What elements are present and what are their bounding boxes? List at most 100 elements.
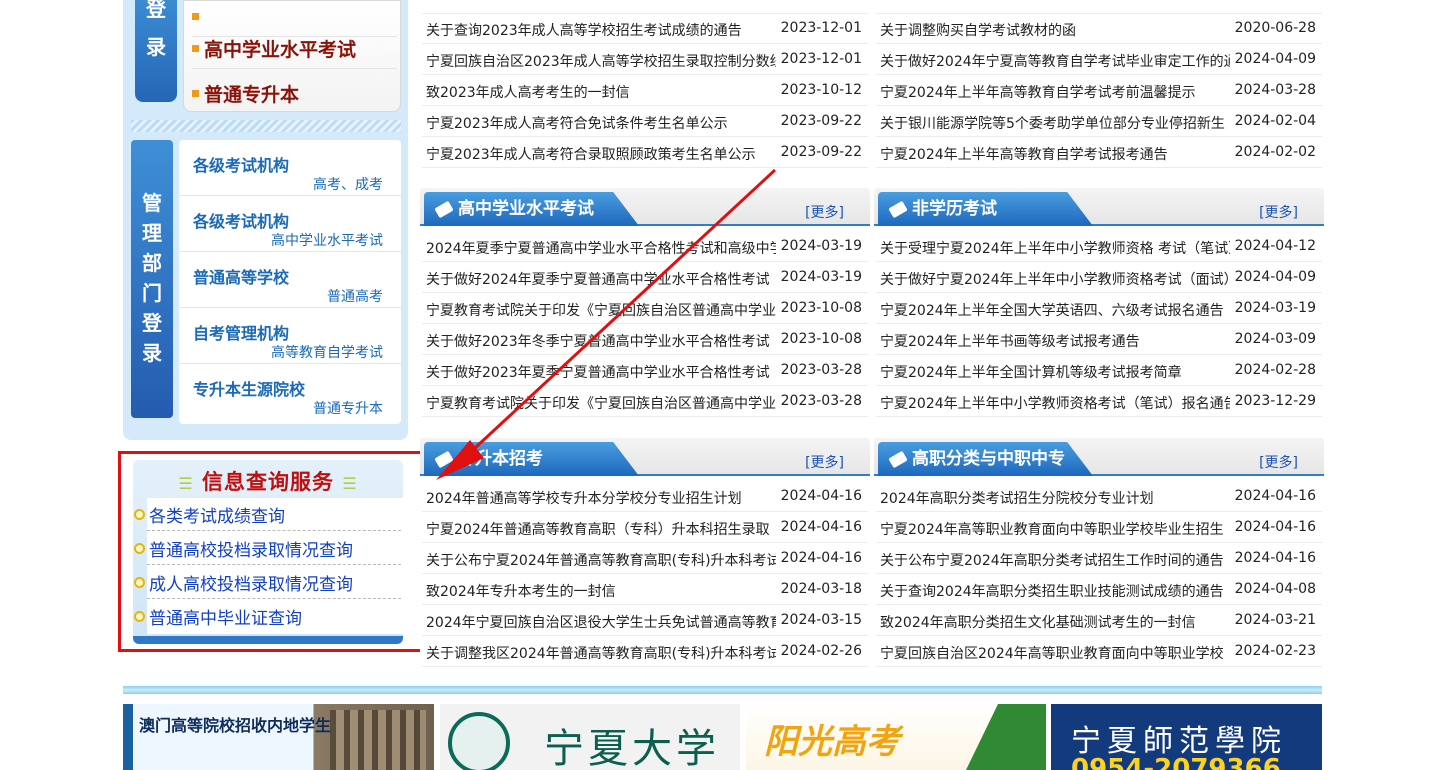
login-tab-char: 登 — [146, 0, 166, 21]
ruins-image — [330, 710, 426, 770]
news-date: 2023-09-22 — [780, 144, 862, 160]
news-row[interactable]: 宁夏回族自治区2024年高等职业教育面向中等职业学校 2024-02-23 — [876, 637, 1322, 667]
news-row[interactable]: 关于查询2024年高职分类招生职业技能测试成绩的通告 2024-04-08 — [876, 575, 1322, 605]
login-box: 高中学业水平考试 普通专升本 — [183, 0, 401, 112]
left-sidebar: 登 录 高中学业水平考试 普通专升本 管 理 部 门 登 录 各级考试机构 高考… — [123, 0, 408, 440]
tag-icon — [888, 450, 908, 469]
news-title: 关于做好2023年夏季宁夏普通高中学业水平合格性考试 — [426, 365, 770, 381]
mgmt-item-exam-agency[interactable]: 各级考试机构 高考、成考 — [179, 140, 401, 196]
tag-icon — [434, 200, 454, 219]
more-link[interactable]: [更多] — [805, 202, 844, 222]
news-date: 2023-10-12 — [780, 82, 862, 98]
news-row[interactable]: 宁夏回族自治区2023年成人高等学校招生录取控制分数线 2023-12-01 — [422, 45, 868, 75]
news-row-partial[interactable] — [422, 0, 868, 14]
news-row[interactable]: 2024年夏季宁夏普通高中学业水平合格性考试和高级中学 2024-03-19 — [422, 232, 868, 262]
news-title: 宁夏2024年上半年全国大学英语四、六级考试报名通告 — [880, 303, 1224, 319]
news-row[interactable]: 关于查询2023年成人高等学校招生考试成绩的通告 2023-12-01 — [422, 14, 868, 44]
news-row[interactable]: 致2024年专升本考生的一封信 2024-03-18 — [422, 575, 868, 605]
panel-academic-level: 高中学业水平考试 [更多] 2024年夏季宁夏普通高中学业水平合格性考试和高级中… — [420, 188, 870, 418]
news-row[interactable]: 关于做好2024年夏季宁夏普通高中学业水平合格性考试 2024-03-19 — [422, 263, 868, 293]
news-row[interactable]: 宁夏2024年上半年书画等级考试报考通告 2024-03-09 — [876, 325, 1322, 355]
news-row[interactable]: 2024年普通高等学校专升本分学校分专业招生计划 2024-04-16 — [422, 482, 868, 512]
news-row[interactable]: 关于做好2024年宁夏高等教育自学考试毕业审定工作的通知 2024-04-09 — [876, 45, 1322, 75]
banner-macau[interactable]: 澳门高等院校招收内地学生 — [123, 704, 434, 770]
more-link[interactable]: [更多] — [1259, 202, 1298, 222]
panel-header: 专升本招考 [更多] — [420, 438, 870, 476]
news-title: 关于调整我区2024年普通高等教育高职(专科)升本科考试 — [426, 646, 776, 662]
news-date: 2024-03-19 — [780, 269, 862, 285]
mgmt-item-sub: 高等教育自学考试 — [271, 345, 383, 361]
news-row[interactable]: 2024年宁夏回族自治区退役大学生士兵免试普通高等教育 2024-03-15 — [422, 606, 868, 636]
tag-icon — [434, 450, 454, 469]
news-title: 宁夏2023年成人高考符合免试条件考生名单公示 — [426, 116, 728, 132]
mgmt-item-upgrade-source[interactable]: 专升本生源院校 普通专升本 — [179, 364, 401, 420]
mgmt-item-sub: 高中学业水平考试 — [271, 233, 383, 249]
news-row[interactable]: 关于调整购买自学考试教材的函 2020-06-28 — [876, 14, 1322, 44]
banner-text: 澳门高等院校招收内地学生 — [139, 716, 332, 735]
news-date: 2023-03-28 — [780, 362, 862, 378]
panel-vocational: 高职分类与中职中专 [更多] 2024年高职分类考试招生分院校分专业计划 2024… — [874, 438, 1324, 676]
panel-title: 专升本招考 — [458, 449, 543, 469]
panel-tab[interactable]: 专升本招考 — [424, 442, 639, 476]
news-row[interactable]: 关于受理宁夏2024年上半年中小学教师资格 考试（笔试） 2024-04-12 — [876, 232, 1322, 262]
news-row[interactable]: 关于公布宁夏2024年高职分类考试招生工作时间的通告 2024-04-16 — [876, 544, 1322, 574]
news-row[interactable]: 宁夏2023年成人高考符合免试条件考生名单公示 2023-09-22 — [422, 107, 868, 137]
banner-sunshine-gaokao[interactable]: 阳光高考 — [746, 704, 1046, 770]
news-date: 2024-04-16 — [1234, 488, 1316, 504]
more-link[interactable]: [更多] — [805, 452, 844, 472]
news-title: 关于公布宁夏2024年高职分类考试招生工作时间的通告 — [880, 553, 1224, 569]
more-link[interactable]: [更多] — [1259, 452, 1298, 472]
news-row[interactable]: 宁夏2024年高等职业教育面向中等职业学校毕业生招生 2024-04-16 — [876, 513, 1322, 543]
panel-title: 高职分类与中职中专 — [912, 449, 1065, 469]
panel-title: 高中学业水平考试 — [458, 199, 594, 219]
mgmt-item-exam-agency-academic[interactable]: 各级考试机构 高中学业水平考试 — [179, 196, 401, 252]
banner-normal-university[interactable]: 宁夏師范學院 0954-2079366 — [1051, 704, 1322, 770]
news-row[interactable]: 宁夏2024年上半年高等教育自学考试报考通告 2024-02-02 — [876, 138, 1322, 168]
news-row[interactable]: 宁夏教育考试院关于印发《宁夏回族自治区普通高中学业 2023-03-28 — [422, 387, 868, 417]
news-date: 2023-03-28 — [780, 393, 862, 409]
news-row[interactable]: 关于做好宁夏2024年上半年中小学教师资格考试（面试） 2024-04-09 — [876, 263, 1322, 293]
news-row[interactable]: 致2024年高职分类招生文化基础测试考生的一封信 2024-03-21 — [876, 606, 1322, 636]
news-row[interactable]: 关于做好2023年冬季宁夏普通高中学业水平合格性考试 2023-10-08 — [422, 325, 868, 355]
panel-title: 非学历考试 — [912, 199, 997, 219]
login-item-upgrade[interactable]: 普通专升本 — [192, 73, 397, 113]
news-row[interactable]: 关于公布宁夏2024年普通高等教育高职(专科)升本科考试 2024-04-16 — [422, 544, 868, 574]
news-row[interactable]: 宁夏2024年上半年中小学教师资格考试（笔试）报名通告 2023-12-29 — [876, 387, 1322, 417]
news-date: 2024-04-09 — [1234, 51, 1316, 67]
news-row[interactable]: 宁夏2024年普通高等教育高职（专科）升本科招生录取 2024-04-16 — [422, 513, 868, 543]
news-row[interactable]: 宁夏2024年上半年高等教育自学考试考前温馨提示 2024-03-28 — [876, 76, 1322, 106]
mgmt-item-self-study[interactable]: 自考管理机构 高等教育自学考试 — [179, 308, 401, 364]
news-title: 宁夏2024年上半年全国计算机等级考试报考简章 — [880, 365, 1182, 381]
news-row-partial[interactable] — [876, 0, 1322, 14]
news-row[interactable]: 宁夏2023年成人高考符合录取照顾政策考生名单公示 2023-09-22 — [422, 138, 868, 168]
news-date: 2024-04-16 — [780, 550, 862, 566]
news-title: 关于受理宁夏2024年上半年中小学教师资格 考试（笔试） — [880, 241, 1230, 257]
login-item-academic-level[interactable]: 高中学业水平考试 — [192, 29, 397, 69]
news-row[interactable]: 宁夏2024年上半年全国计算机等级考试报考简章 2024-02-28 — [876, 356, 1322, 386]
news-row[interactable]: 关于调整我区2024年普通高等教育高职(专科)升本科考试 2024-02-26 — [422, 637, 868, 667]
panel-tab[interactable]: 高职分类与中职中专 — [878, 442, 1093, 476]
news-date: 2024-04-16 — [780, 488, 862, 504]
news-row[interactable]: 宁夏2024年上半年全国大学英语四、六级考试报名通告 2024-03-19 — [876, 294, 1322, 324]
panel-upgrade-exam: 专升本招考 [更多] 2024年普通高等学校专升本分学校分专业招生计划 2024-… — [420, 438, 870, 676]
news-title: 关于查询2024年高职分类招生职业技能测试成绩的通告 — [880, 584, 1224, 600]
news-title: 2024年夏季宁夏普通高中学业水平合格性考试和高级中学 — [426, 241, 776, 257]
news-row[interactable]: 2024年高职分类考试招生分院校分专业计划 2024-04-16 — [876, 482, 1322, 512]
news-title: 宁夏2024年上半年高等教育自学考试报考通告 — [880, 147, 1168, 163]
mgmt-item-university[interactable]: 普通高等学校 普通高考 — [179, 252, 401, 308]
panel-header: 非学历考试 [更多] — [874, 188, 1324, 226]
news-title: 关于银川能源学院等5个委考助学单位部分专业停招新生 — [880, 116, 1225, 132]
news-date: 2024-03-19 — [1234, 300, 1316, 316]
news-date: 2023-10-08 — [780, 331, 862, 347]
news-row[interactable]: 关于银川能源学院等5个委考助学单位部分专业停招新生 2024-02-04 — [876, 107, 1322, 137]
panel-tab[interactable]: 高中学业水平考试 — [424, 192, 639, 226]
news-title: 2024年宁夏回族自治区退役大学生士兵免试普通高等教育 — [426, 615, 776, 631]
news-row[interactable]: 宁夏教育考试院关于印发《宁夏回族自治区普通高中学业 2023-10-08 — [422, 294, 868, 324]
mgmt-tab-char: 理 — [142, 221, 162, 245]
news-row[interactable]: 致2023年成人高考考生的一封信 2023-10-12 — [422, 76, 868, 106]
panel-header: 高职分类与中职中专 [更多] — [874, 438, 1324, 476]
banner-ningxia-university[interactable]: 宁夏大学 — [440, 704, 740, 770]
news-row[interactable]: 关于做好2023年夏季宁夏普通高中学业水平合格性考试 2023-03-28 — [422, 356, 868, 386]
panel-tab[interactable]: 非学历考试 — [878, 192, 1093, 226]
news-title: 宁夏2023年成人高考符合录取照顾政策考生名单公示 — [426, 147, 756, 163]
